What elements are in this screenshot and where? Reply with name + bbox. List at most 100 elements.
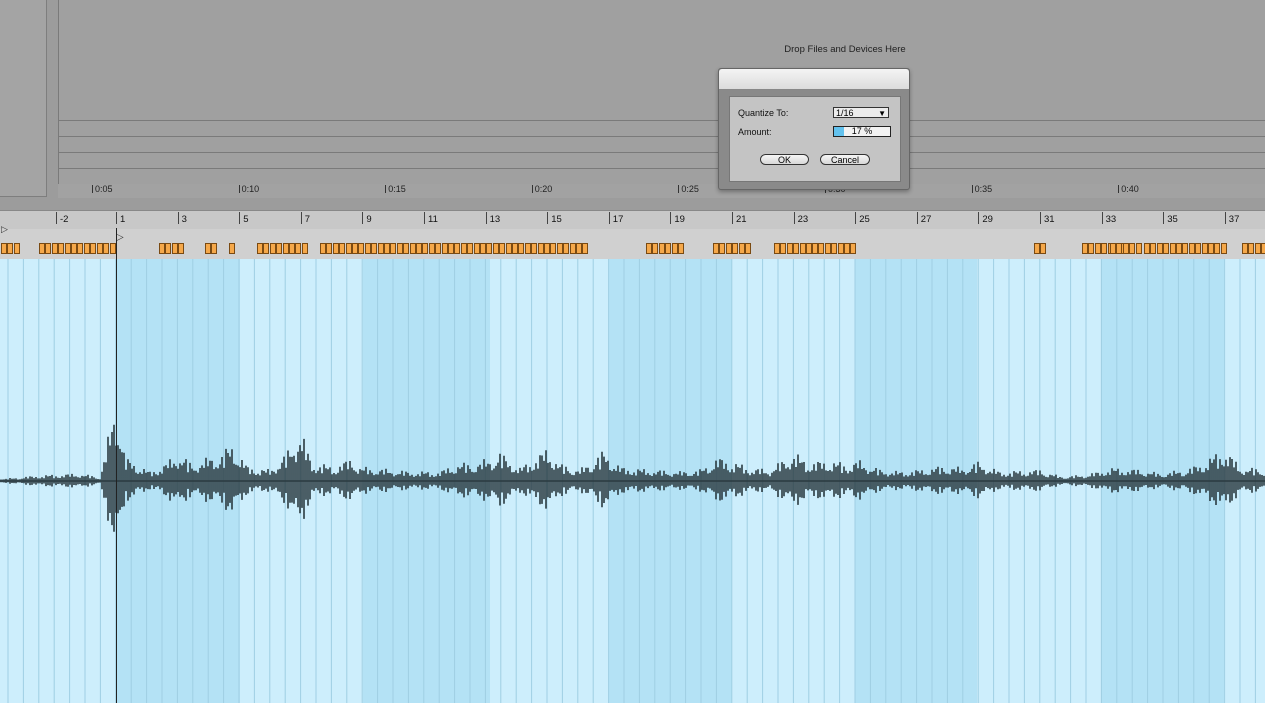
transient-marker[interactable] <box>441 243 448 254</box>
transient-marker[interactable] <box>505 243 512 254</box>
transient-marker[interactable] <box>83 243 90 254</box>
transient-marker[interactable] <box>295 243 302 254</box>
transient-marker[interactable] <box>1094 243 1101 254</box>
transient-marker[interactable] <box>269 243 276 254</box>
transient-marker[interactable] <box>1248 243 1255 254</box>
transient-marker[interactable] <box>90 243 97 254</box>
transient-marker[interactable] <box>563 243 570 254</box>
transient-marker[interactable] <box>1220 243 1227 254</box>
transient-marker[interactable] <box>713 243 719 254</box>
transient-marker[interactable] <box>1169 243 1176 254</box>
dialog-titlebar[interactable] <box>719 69 909 90</box>
transient-marker[interactable] <box>837 243 844 254</box>
transient-marker[interactable] <box>1129 243 1136 254</box>
track-drop-area[interactable] <box>58 0 1265 185</box>
transient-marker[interactable] <box>416 243 422 254</box>
transient-marker[interactable] <box>39 243 45 254</box>
loop-start-icon[interactable]: ▷ <box>1 224 8 235</box>
transient-marker[interactable] <box>831 243 838 254</box>
transient-marker[interactable] <box>13 243 20 254</box>
transient-marker[interactable] <box>377 243 384 254</box>
transient-marker[interactable] <box>518 243 525 254</box>
transient-marker[interactable] <box>1242 243 1248 254</box>
transient-marker[interactable] <box>524 243 531 254</box>
transient-marker[interactable] <box>428 243 435 254</box>
transient-marker[interactable] <box>178 243 185 254</box>
transient-marker[interactable] <box>531 243 538 254</box>
transient-marker[interactable] <box>732 243 739 254</box>
transient-marker[interactable] <box>289 243 295 254</box>
transient-marker[interactable] <box>396 243 403 254</box>
transient-marker[interactable] <box>1040 243 1047 254</box>
transient-marker[interactable] <box>282 243 289 254</box>
transient-marker[interactable] <box>473 243 480 254</box>
transient-marker[interactable] <box>403 243 410 254</box>
transient-marker[interactable] <box>678 243 684 254</box>
transient-marker[interactable] <box>390 243 397 254</box>
transient-marker[interactable] <box>165 243 172 254</box>
transient-marker[interactable] <box>1088 243 1095 254</box>
transient-marker[interactable] <box>652 243 659 254</box>
transient-marker[interactable] <box>454 243 461 254</box>
transient-marker[interactable] <box>435 243 442 254</box>
transient-marker[interactable] <box>1082 243 1088 254</box>
transient-marker[interactable] <box>550 243 557 254</box>
transient-marker[interactable] <box>745 243 751 254</box>
transient-marker[interactable] <box>1144 243 1150 254</box>
transient-marker[interactable] <box>301 243 308 254</box>
transient-marker[interactable] <box>569 243 576 254</box>
transient-marker[interactable] <box>364 243 371 254</box>
sample-waveform-area[interactable] <box>0 259 1265 703</box>
transient-marker[interactable] <box>332 243 339 254</box>
transient-marker[interactable] <box>738 243 745 254</box>
start-marker-icon[interactable]: ▷ <box>116 232 124 243</box>
transient-marker[interactable] <box>352 243 358 254</box>
transient-marker[interactable] <box>576 243 582 254</box>
transient-marker[interactable] <box>103 243 109 254</box>
transient-marker[interactable] <box>512 243 518 254</box>
transient-marker[interactable] <box>371 243 378 254</box>
cancel-button[interactable]: Cancel <box>820 154 870 165</box>
transient-marker[interactable] <box>51 243 58 254</box>
transient-marker[interactable] <box>7 243 14 254</box>
transient-marker[interactable] <box>774 243 780 254</box>
transient-marker[interactable] <box>257 243 263 254</box>
transient-marker[interactable] <box>448 243 454 254</box>
bar-ruler[interactable] <box>0 210 1265 230</box>
transient-marker[interactable] <box>326 243 333 254</box>
transient-marker[interactable] <box>646 243 652 254</box>
transient-marker[interactable] <box>786 243 793 254</box>
transient-marker[interactable] <box>793 243 800 254</box>
quantize-to-select[interactable]: 1/16 ▼ <box>833 107 889 118</box>
transient-marker[interactable] <box>276 243 283 254</box>
transient-marker[interactable] <box>1208 243 1214 254</box>
transient-marker[interactable] <box>345 243 352 254</box>
transient-marker[interactable] <box>409 243 416 254</box>
transient-marker[interactable] <box>812 243 818 254</box>
transient-marker[interactable] <box>96 243 103 254</box>
transient-marker[interactable] <box>480 243 486 254</box>
transient-marker[interactable] <box>1156 243 1163 254</box>
transient-marker[interactable] <box>719 243 726 254</box>
transient-marker[interactable] <box>780 243 787 254</box>
transient-marker[interactable] <box>1261 243 1265 254</box>
transient-marker[interactable] <box>1188 243 1195 254</box>
transient-marker[interactable] <box>1214 243 1221 254</box>
transient-marker[interactable] <box>384 243 390 254</box>
ok-button[interactable]: OK <box>760 154 809 165</box>
transient-marker[interactable] <box>159 243 165 254</box>
transient-marker[interactable] <box>1163 243 1170 254</box>
transient-marker[interactable] <box>492 243 499 254</box>
transient-marker[interactable] <box>824 243 831 254</box>
transient-marker-lane[interactable] <box>0 229 1265 260</box>
transient-marker[interactable] <box>422 243 429 254</box>
transient-marker[interactable] <box>1150 243 1157 254</box>
transient-marker[interactable] <box>499 243 506 254</box>
transient-marker[interactable] <box>818 243 825 254</box>
transient-marker[interactable] <box>1254 243 1261 254</box>
transient-marker[interactable] <box>1182 243 1189 254</box>
transient-marker[interactable] <box>58 243 65 254</box>
transient-marker[interactable] <box>1201 243 1208 254</box>
transient-marker[interactable] <box>45 243 52 254</box>
transient-marker[interactable] <box>339 243 346 254</box>
